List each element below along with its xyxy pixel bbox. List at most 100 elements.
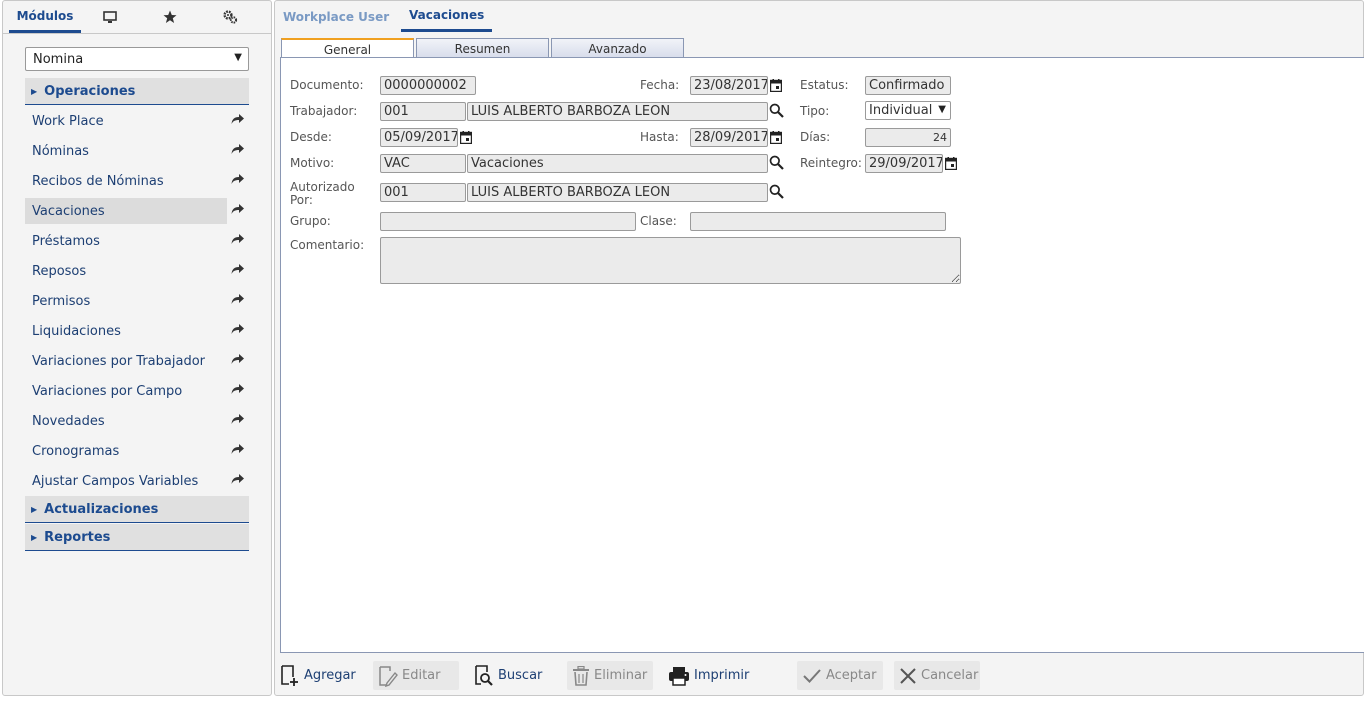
- sidebar-item-vacaciones[interactable]: Vacaciones: [25, 198, 244, 224]
- tab-general[interactable]: General: [281, 38, 414, 59]
- grupo-field[interactable]: [380, 212, 636, 231]
- share-arrow-icon[interactable]: [231, 353, 245, 365]
- share-arrow-icon[interactable]: [231, 143, 245, 155]
- desde-field[interactable]: 05/09/2017: [380, 128, 458, 147]
- sidebar-item-novedades[interactable]: Novedades: [25, 408, 249, 434]
- motivo-code-field[interactable]: VAC: [380, 154, 466, 173]
- clase-label: Clase:: [640, 214, 677, 228]
- caret-right-icon: ▶: [31, 86, 38, 96]
- sidebar-item-ajustar-campos-variables[interactable]: Ajustar Campos Variables: [25, 468, 249, 494]
- sidebar-item-work-place[interactable]: Work Place: [25, 108, 249, 134]
- sidebar-item-label: Novedades: [32, 413, 105, 429]
- share-arrow-icon[interactable]: [231, 203, 245, 215]
- imprimir-button[interactable]: Imprimir: [663, 661, 749, 690]
- share-arrow-icon[interactable]: [231, 293, 245, 305]
- module-select-value: Nomina: [33, 51, 84, 67]
- caret-right-icon: ▶: [31, 532, 38, 542]
- sidebar-item-label: Ajustar Campos Variables: [32, 473, 199, 489]
- documento-field[interactable]: 0000000002: [380, 76, 476, 95]
- sidebar-item-label: Permisos: [32, 293, 91, 309]
- autorizado-label: Autorizado: [290, 180, 355, 194]
- cancelar-button[interactable]: Cancelar: [894, 661, 980, 690]
- share-arrow-icon[interactable]: [231, 113, 245, 125]
- share-arrow-icon[interactable]: [231, 443, 245, 455]
- share-arrow-icon[interactable]: [231, 473, 245, 485]
- imprimir-label: Imprimir: [694, 668, 750, 683]
- agregar-button[interactable]: Agregar: [275, 661, 361, 690]
- tab-vacaciones[interactable]: Vacaciones: [401, 1, 493, 32]
- sidebar-item-label: Reposos: [32, 263, 87, 279]
- tab-resumen[interactable]: Resumen: [416, 38, 549, 58]
- star-icon[interactable]: [155, 1, 185, 33]
- tipo-label: Tipo:: [800, 104, 830, 118]
- sidebar-item-variaciones-por-trabajador[interactable]: Variaciones por Trabajador: [25, 348, 249, 374]
- add-document-icon: [280, 664, 300, 687]
- editar-button[interactable]: Editar: [373, 661, 459, 690]
- autorizado-name-field: LUIS ALBERTO BARBOZA LEON: [467, 183, 768, 202]
- dias-label: Días:: [800, 130, 831, 144]
- grupo-label: Grupo:: [290, 214, 331, 228]
- share-arrow-icon[interactable]: [231, 233, 245, 245]
- tab-modulos[interactable]: Módulos: [9, 1, 81, 33]
- eliminar-button[interactable]: Eliminar: [567, 661, 653, 690]
- calendar-icon[interactable]: [769, 131, 783, 148]
- share-arrow-icon[interactable]: [231, 173, 245, 185]
- tab-avanzado[interactable]: Avanzado: [551, 38, 684, 58]
- sidebar-item-label: Liquidaciones: [32, 323, 121, 339]
- sidebar-item-label: Recibos de Nóminas: [32, 173, 164, 189]
- search-document-icon: [474, 664, 494, 687]
- autorizado-code-field[interactable]: 001: [380, 183, 466, 202]
- calendar-icon[interactable]: [944, 157, 958, 174]
- dias-field: 24: [865, 128, 951, 147]
- reintegro-field[interactable]: 29/09/2017: [865, 154, 943, 173]
- share-arrow-icon[interactable]: [231, 323, 245, 335]
- printer-icon: [668, 666, 690, 686]
- share-arrow-icon[interactable]: [231, 263, 245, 275]
- motivo-label: Motivo:: [290, 156, 335, 170]
- module-select[interactable]: Nomina ▼: [25, 47, 249, 71]
- chevron-down-icon: ▼: [234, 52, 242, 63]
- modules-panel: Módulos Nomina ▼ ▶ Operaciones Work Plac…: [2, 0, 272, 696]
- calendar-icon[interactable]: [459, 131, 473, 148]
- search-icon[interactable]: [769, 184, 784, 203]
- gears-icon[interactable]: [215, 1, 245, 33]
- documento-label: Documento:: [290, 78, 364, 92]
- aceptar-button[interactable]: Aceptar: [797, 661, 883, 690]
- sidebar-item-permisos[interactable]: Permisos: [25, 288, 249, 314]
- comentario-textarea[interactable]: [380, 237, 961, 284]
- clase-field[interactable]: [690, 212, 946, 231]
- share-arrow-icon[interactable]: [231, 413, 245, 425]
- section-reportes[interactable]: ▶ Reportes: [25, 524, 249, 551]
- cancelar-label: Cancelar: [921, 668, 979, 683]
- share-arrow-icon[interactable]: [231, 383, 245, 395]
- section-actualizaciones[interactable]: ▶ Actualizaciones: [25, 496, 249, 523]
- trabajador-code-field[interactable]: 001: [380, 102, 466, 121]
- sidebar-item-liquidaciones[interactable]: Liquidaciones: [25, 318, 249, 344]
- search-icon[interactable]: [769, 155, 784, 174]
- tab-workplace-user[interactable]: Workplace User: [283, 1, 389, 32]
- search-icon[interactable]: [769, 103, 784, 122]
- tipo-select[interactable]: Individual ▼: [865, 101, 951, 120]
- reintegro-label: Reintegro:: [800, 156, 862, 170]
- buscar-label: Buscar: [498, 668, 543, 683]
- close-icon: [899, 667, 917, 685]
- hasta-field[interactable]: 28/09/2017: [690, 128, 768, 147]
- monitor-icon[interactable]: [95, 1, 125, 33]
- sidebar-item-recibos-de-nominas[interactable]: Recibos de Nóminas: [25, 168, 249, 194]
- sidebar-item-label: Variaciones por Campo: [32, 383, 183, 399]
- section-operaciones[interactable]: ▶ Operaciones: [25, 78, 249, 105]
- sidebar-item-label: Nóminas: [32, 143, 89, 159]
- sidebar-item-label: Préstamos: [32, 233, 100, 249]
- sidebar-item-cronogramas[interactable]: Cronogramas: [25, 438, 249, 464]
- sidebar-item-prestamos[interactable]: Préstamos: [25, 228, 249, 254]
- sidebar-item-reposos[interactable]: Reposos: [25, 258, 249, 284]
- fecha-field[interactable]: 23/08/2017: [690, 76, 768, 95]
- chevron-down-icon: ▼: [938, 104, 946, 115]
- sidebar-item-nominas[interactable]: Nóminas: [25, 138, 249, 164]
- buscar-button[interactable]: Buscar: [469, 661, 555, 690]
- calendar-icon[interactable]: [769, 79, 783, 96]
- sidebar-item-variaciones-por-campo[interactable]: Variaciones por Campo: [25, 378, 249, 404]
- form-area: Documento: 0000000002 Fecha: 23/08/2017 …: [280, 57, 1364, 653]
- autorizado-label-por: Por:: [290, 193, 313, 207]
- edit-icon: [378, 665, 398, 687]
